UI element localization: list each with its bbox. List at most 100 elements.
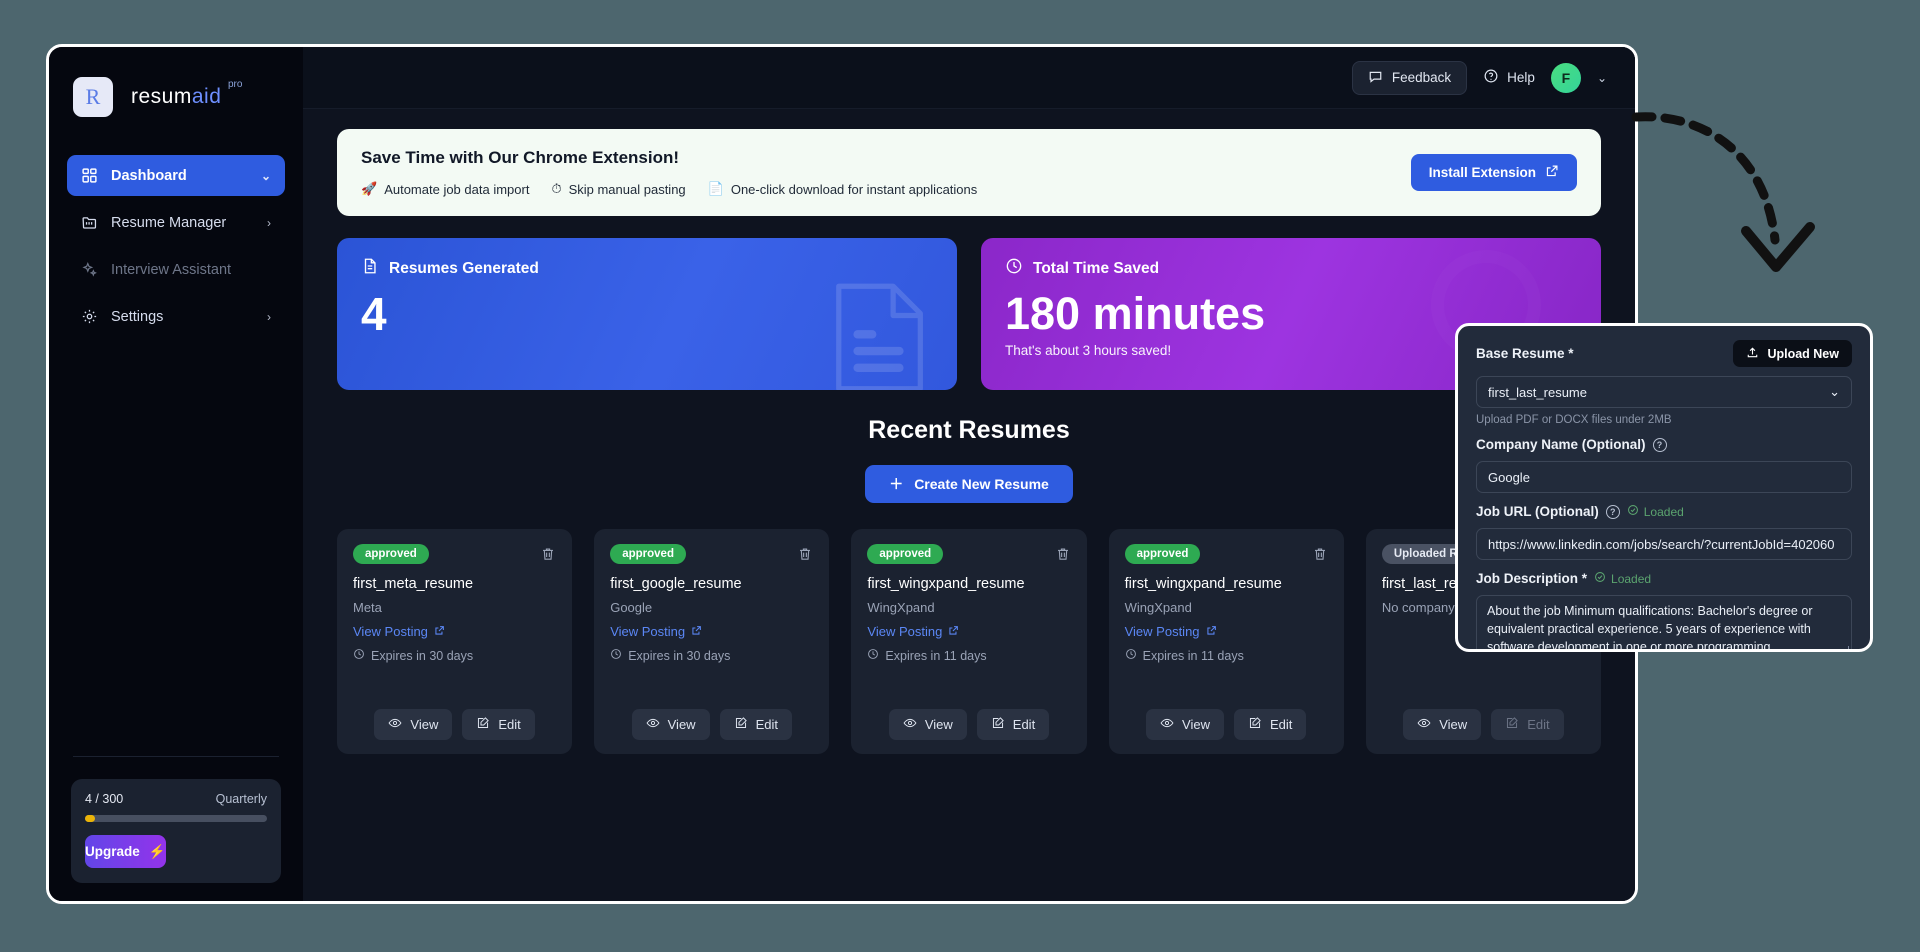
resume-company: WingXpand	[867, 600, 935, 615]
trash-icon[interactable]	[797, 546, 813, 562]
avatar[interactable]: F	[1550, 62, 1581, 93]
external-link-icon	[691, 624, 702, 639]
promo-feature-label: Skip manual pasting	[568, 181, 686, 197]
resume-card[interactable]: approved first_google_resume Google View…	[594, 529, 830, 754]
company-name-value: Google	[1488, 469, 1530, 485]
promo-features: 🚀 Automate job data import ⏱ Skip manual…	[361, 181, 977, 197]
brand-logo-icon: R	[73, 77, 113, 117]
sidebar-item-interview-assistant[interactable]: Interview Assistant	[67, 249, 285, 290]
upload-hint: Upload PDF or DOCX files under 2MB	[1476, 414, 1672, 426]
app-window: R resumaid pro Dashboard ⌄ Resume Manage…	[46, 44, 1638, 904]
feedback-button[interactable]: Feedback	[1351, 60, 1468, 95]
view-posting-label: View Posting	[353, 624, 428, 639]
gear-icon	[81, 308, 98, 325]
resume-card[interactable]: approved first_wingxpand_resume WingXpan…	[851, 529, 1087, 754]
edit-button-label: Edit	[1269, 717, 1293, 732]
card-spacer	[867, 663, 1070, 709]
edit-button-label: Edit	[498, 717, 521, 732]
help-button[interactable]: Help	[1483, 68, 1535, 87]
view-button[interactable]: View	[888, 709, 967, 740]
view-button[interactable]: View	[1146, 709, 1224, 740]
resume-expiry: Expires in 30 days	[610, 648, 813, 663]
view-button-label: View	[1182, 717, 1210, 732]
quota-header: 4 / 300 Quarterly	[85, 792, 267, 806]
edit-button[interactable]: Edit	[1233, 709, 1307, 740]
chevron-right-icon: ›	[267, 215, 271, 230]
trash-icon[interactable]	[540, 546, 556, 562]
status-badge: approved	[353, 544, 429, 564]
resize-handle-icon[interactable]	[1840, 646, 1849, 649]
base-resume-select[interactable]: first_last_resume ⌄	[1476, 376, 1852, 408]
eye-icon	[1160, 716, 1174, 733]
brand-superscript: pro	[227, 79, 243, 90]
sidebar-item-resume-manager[interactable]: Resume Manager ›	[67, 202, 285, 243]
upload-new-button[interactable]: Upload New	[1733, 340, 1852, 367]
sidebar-item-label: Interview Assistant	[111, 261, 232, 278]
create-new-resume-button[interactable]: ＋ Create New Resume	[865, 465, 1073, 503]
trash-icon[interactable]	[1312, 546, 1328, 562]
edit-button[interactable]: Edit	[976, 709, 1050, 740]
chevron-right-icon: ›	[267, 309, 271, 324]
edit-button[interactable]: Edit	[462, 709, 535, 740]
view-posting-link[interactable]: View Posting	[1125, 624, 1328, 639]
external-link-icon	[1545, 164, 1559, 181]
edit-button[interactable]: Edit	[719, 709, 792, 740]
resume-expiry: Expires in 30 days	[353, 648, 556, 663]
edit-icon	[734, 716, 748, 733]
main-area: Feedback Help F ⌄ Save Time with Our Chr…	[303, 47, 1635, 901]
page-title: Recent Resumes	[868, 416, 1070, 444]
edit-button-label: Edit	[1527, 717, 1550, 732]
eye-icon	[1417, 716, 1431, 733]
card-spacer	[1125, 663, 1328, 709]
chevron-down-icon[interactable]: ⌄	[1597, 71, 1607, 85]
view-button-label: View	[410, 717, 439, 732]
clock-icon	[1125, 648, 1137, 663]
quota-progress-bar	[85, 815, 267, 822]
trash-icon[interactable]	[1055, 546, 1071, 562]
promo-feature: 📄 One-click download for instant applica…	[708, 181, 978, 197]
resume-card-header: approved	[610, 544, 813, 564]
company-name-row: Company Name (Optional) ?	[1476, 437, 1852, 452]
upgrade-button[interactable]: Upgrade ⚡	[85, 835, 166, 868]
company-name-label-text: Company Name (Optional)	[1476, 437, 1646, 452]
job-url-status-label: Loaded	[1643, 504, 1684, 519]
clock-icon	[353, 648, 365, 663]
install-extension-button-label: Install Extension	[1428, 165, 1536, 180]
view-posting-link[interactable]: View Posting	[353, 624, 556, 639]
view-button[interactable]: View	[374, 709, 453, 740]
view-posting-link[interactable]: View Posting	[610, 624, 813, 639]
brand[interactable]: R resumaid pro	[49, 47, 303, 117]
view-posting-link[interactable]: View Posting	[867, 624, 1070, 639]
resume-name: first_wingxpand_resume	[867, 576, 1025, 592]
grid-icon	[81, 167, 98, 184]
resume-card[interactable]: approved first_meta_resume Meta View Pos…	[337, 529, 573, 754]
sidebar-item-settings[interactable]: Settings ›	[67, 296, 285, 337]
view-button[interactable]: View	[1403, 709, 1482, 740]
company-name-label: Company Name (Optional) ?	[1476, 437, 1852, 452]
edit-button-label: Edit	[1012, 717, 1036, 732]
install-extension-button[interactable]: Install Extension	[1410, 154, 1577, 191]
resume-company: Google	[610, 600, 653, 615]
help-icon[interactable]: ?	[1652, 437, 1667, 452]
edit-button: Edit	[1491, 709, 1564, 740]
resume-card[interactable]: approved first_wingxpand_resume WingXpan…	[1108, 529, 1344, 754]
view-button[interactable]: View	[631, 709, 710, 740]
job-url-input[interactable]: https://www.linkedin.com/jobs/search/?cu…	[1476, 528, 1852, 560]
view-button-label: View	[924, 717, 953, 732]
sidebar-item-label: Resume Manager	[111, 214, 227, 231]
upload-icon	[1746, 346, 1759, 362]
sidebar-item-dashboard[interactable]: Dashboard ⌄	[67, 155, 285, 196]
content-area: Save Time with Our Chrome Extension! 🚀 A…	[303, 109, 1635, 901]
help-icon[interactable]: ?	[1605, 504, 1620, 519]
resume-card-actions: View Edit	[1125, 709, 1328, 740]
brand-name-accent: aid	[191, 85, 222, 108]
sidebar-item-label: Settings	[111, 308, 164, 325]
job-url-value: https://www.linkedin.com/jobs/search/?cu…	[1488, 536, 1835, 552]
check-circle-icon	[1594, 571, 1606, 586]
base-resume-value: first_last_resume	[1488, 384, 1587, 400]
company-name-input[interactable]: Google	[1476, 461, 1852, 493]
edit-icon	[1248, 716, 1262, 733]
base-resume-label: Base Resume *	[1476, 346, 1574, 361]
job-description-textarea[interactable]: About the job Minimum qualifications: Ba…	[1476, 595, 1852, 652]
job-description-value: About the job Minimum qualifications: Ba…	[1487, 604, 1813, 652]
